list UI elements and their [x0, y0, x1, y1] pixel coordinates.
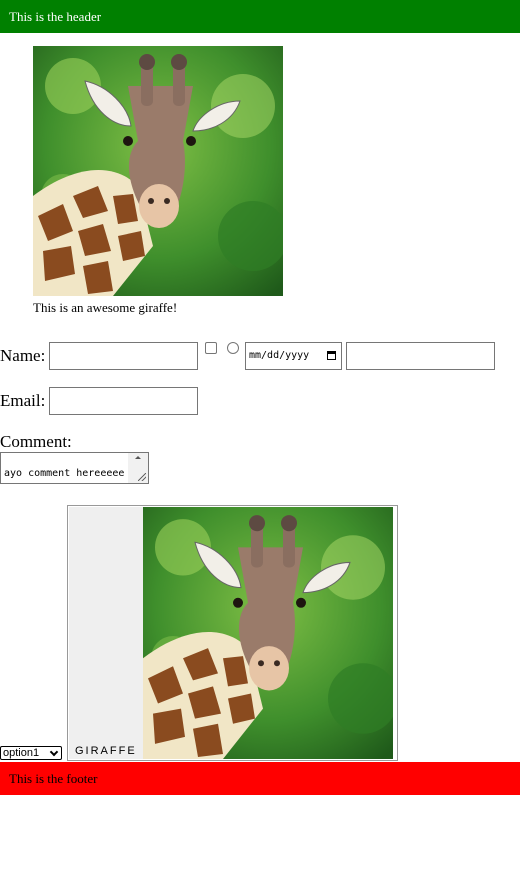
- footer-text: This is the footer: [9, 771, 98, 786]
- email-input[interactable]: [49, 387, 198, 415]
- scroll-up-icon[interactable]: [135, 456, 141, 459]
- giraffe-fieldset: GIRAFFE: [67, 505, 398, 761]
- radio-button[interactable]: [227, 342, 239, 354]
- image-caption: This is an awesome giraffe!: [33, 300, 178, 315]
- page-header: This is the header: [0, 0, 520, 33]
- date-input[interactable]: mm/dd/yyyy: [245, 342, 342, 370]
- checkbox[interactable]: [205, 342, 217, 354]
- resize-handle-icon[interactable]: [138, 473, 146, 481]
- chevron-down-icon: [49, 747, 59, 757]
- select-value: option1: [3, 747, 40, 759]
- option-select[interactable]: option1: [0, 746, 62, 760]
- page-footer: This is the footer: [0, 762, 520, 795]
- header-text: This is the header: [9, 9, 102, 24]
- calendar-icon[interactable]: [327, 351, 336, 360]
- name-label: Name:: [0, 346, 46, 365]
- giraffe-image: [33, 46, 283, 296]
- fieldset-legend: GIRAFFE: [75, 745, 137, 757]
- comment-textarea[interactable]: ayo comment hereeeee: [0, 452, 149, 484]
- email-label: Email:: [0, 391, 46, 410]
- comment-text: ayo comment hereeeee: [4, 468, 125, 479]
- giraffe-figure: This is an awesome giraffe!: [33, 46, 283, 315]
- date-placeholder: mm/dd/yyyy: [249, 350, 310, 361]
- extra-text-input[interactable]: [346, 342, 495, 370]
- legend-column: GIRAFFE: [69, 507, 143, 759]
- giraffe-image-2: [143, 507, 393, 759]
- name-input[interactable]: [49, 342, 198, 370]
- page: This is the header This is an awesome gi…: [0, 0, 520, 869]
- comment-label: Comment:: [0, 432, 72, 451]
